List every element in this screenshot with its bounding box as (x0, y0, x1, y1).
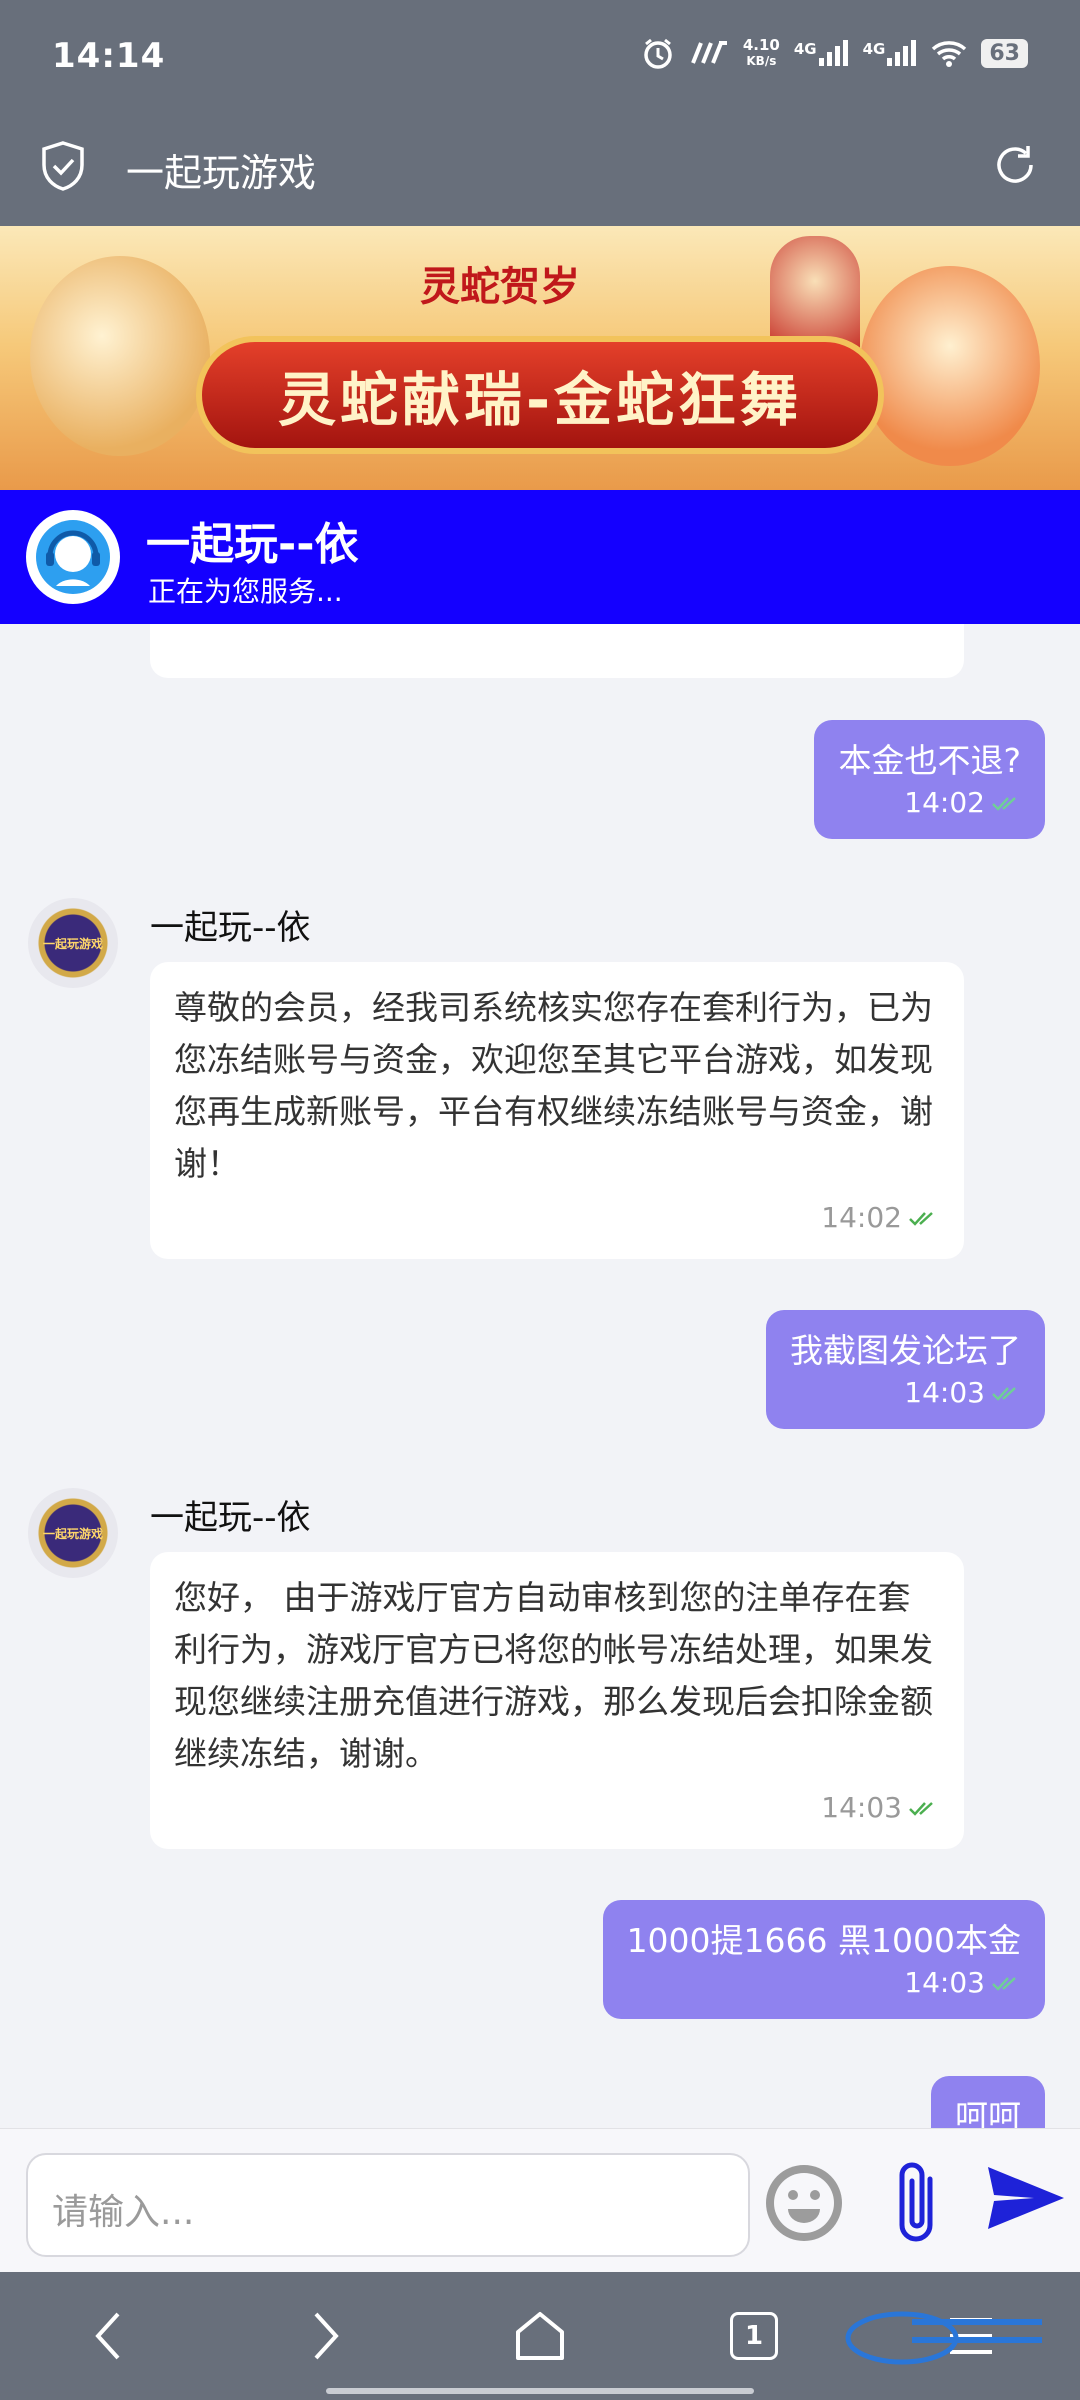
message-bubble-outgoing: 1000提1666 黑1000本金 14:03 (602, 1900, 1045, 2019)
message-time: 14:03 (904, 1376, 985, 1409)
banner-small-title: 灵蛇贺岁 (420, 264, 580, 310)
agent-header: 一起玩--依 正在为您服务... (0, 490, 1080, 624)
watermark-logo (842, 2300, 1062, 2374)
promo-banner[interactable]: 灵蛇贺岁 灵蛇献瑞-金蛇狂舞 (0, 226, 1080, 490)
snake-mascot-image (860, 266, 1040, 466)
message-time: 14:02 (904, 786, 985, 819)
forward-icon[interactable] (306, 2306, 346, 2370)
page-title: 一起玩游戏 (126, 151, 317, 195)
sender-name: 一起玩--依 (150, 1498, 311, 1538)
message-bubble-outgoing: 本金也不退? 14:02 (814, 720, 1045, 839)
status-bar: 14:14 4.10 KB/s 4G 4G 63 (0, 0, 1080, 118)
refresh-icon[interactable] (990, 140, 1040, 194)
message-bubble-outgoing: 呵呵 (931, 2076, 1045, 2128)
message-bubble-incoming: 尊敬的会员，经我司系统核实您存在套利行为，已为您冻结账号与资金，欢迎您至其它平台… (150, 962, 964, 1259)
message-meta: 14:02 (174, 1198, 938, 1239)
message-time: 14:03 (821, 1791, 902, 1824)
nfc-icon (689, 41, 729, 65)
message-text: 呵呵 (955, 2097, 1021, 2128)
agent-name: 一起玩--依 (146, 519, 359, 570)
message-time: 14:03 (904, 1966, 985, 1999)
status-icons: 4.10 KB/s 4G 4G 63 (641, 36, 1028, 70)
home-icon[interactable] (512, 2306, 568, 2370)
read-check-icon (908, 1199, 938, 1239)
signal-sim2: 4G (863, 40, 918, 66)
tabs-button[interactable]: 1 (730, 2312, 778, 2360)
agent-status: 正在为您服务... (148, 575, 343, 608)
net-speed: 4.10 KB/s (742, 36, 780, 68)
emoji-icon[interactable] (762, 2161, 846, 2249)
sender-name: 一起玩--依 (150, 908, 311, 948)
send-icon[interactable] (986, 2165, 1066, 2235)
banner-main-title: 灵蛇献瑞-金蛇狂舞 (196, 336, 884, 454)
back-icon[interactable] (88, 2306, 128, 2370)
message-bubble-incoming: 您好， 由于游戏厅官方自动审核到您的注单存在套利行为，游戏厅官方已将您的帐号冻结… (150, 1552, 964, 1849)
read-check-icon (908, 1789, 938, 1829)
attachment-icon[interactable] (888, 2157, 948, 2251)
message-bubble-partial (150, 624, 964, 678)
signal-bars-icon (887, 40, 917, 66)
agent-avatar (26, 510, 120, 604)
browser-title-bar: 一起玩游戏 (0, 118, 1080, 226)
support-agent-icon (36, 520, 110, 594)
message-meta: 14:03 (790, 1376, 1021, 1411)
message-meta: 14:02 (838, 786, 1021, 821)
wifi-icon (931, 39, 967, 67)
message-text: 我截图发论坛了 (790, 1331, 1021, 1370)
message-text: 尊敬的会员，经我司系统核实您存在套利行为，已为您冻结账号与资金，欢迎您至其它平台… (174, 988, 933, 1183)
message-bubble-outgoing: 我截图发论坛了 14:03 (766, 1310, 1045, 1429)
read-check-icon (991, 1967, 1021, 2001)
chat-messages[interactable]: 本金也不退? 14:02 一起玩游戏 一起玩--依 尊敬的会员，经我司系统核实您… (0, 624, 1080, 2128)
message-text: 1000提1666 黑1000本金 (626, 1921, 1021, 1960)
tab-count: 1 (744, 2321, 764, 2351)
alarm-icon (641, 36, 675, 70)
signal-sim1: 4G (794, 40, 849, 66)
signal-bars-icon (818, 40, 848, 66)
read-check-icon (991, 787, 1021, 821)
message-time: 14:02 (821, 1201, 902, 1234)
sender-avatar: 一起玩游戏 (28, 898, 118, 988)
battery-indicator: 63 (981, 38, 1028, 68)
message-text: 您好， 由于游戏厅官方自动审核到您的注单存在套利行为，游戏厅官方已将您的帐号冻结… (174, 1578, 933, 1773)
message-input[interactable]: 请输入... (26, 2153, 750, 2257)
read-check-icon (991, 1377, 1021, 1411)
mascot-image (30, 256, 210, 456)
clock: 14:14 (52, 36, 166, 76)
message-text: 本金也不退? (838, 741, 1021, 780)
message-input-bar: 请输入... (0, 2128, 1080, 2272)
gesture-handle[interactable] (326, 2388, 754, 2394)
message-meta: 14:03 (174, 1788, 938, 1829)
shield-check-icon[interactable] (40, 140, 86, 196)
sender-avatar: 一起玩游戏 (28, 1488, 118, 1578)
message-meta: 14:03 (627, 1966, 1021, 2001)
